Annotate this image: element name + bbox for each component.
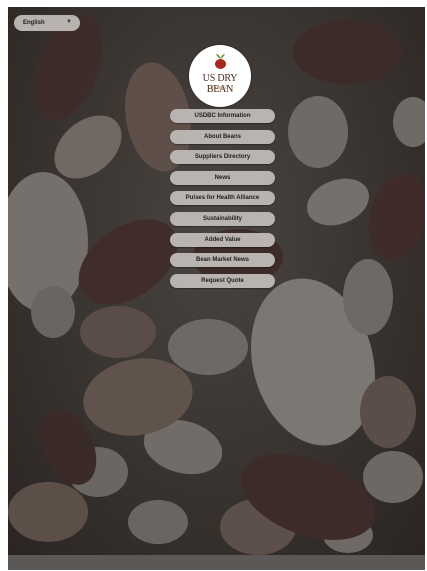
app-screen: English ▼ US DRY BEAN Council USDBC Info… (8, 7, 425, 570)
main-menu: USDBC Information About Beans Suppliers … (170, 109, 275, 294)
menu-item-pulses-for-health-alliance[interactable]: Pulses for Health Alliance (170, 191, 275, 206)
language-select[interactable]: English ▼ (14, 15, 80, 31)
bottom-bar (8, 555, 425, 570)
menu-item-bean-market-news[interactable]: Bean Market News (170, 253, 275, 268)
menu-item-usdbc-information[interactable]: USDBC Information (170, 109, 275, 123)
menu-item-sustainability[interactable]: Sustainability (170, 211, 275, 226)
logo-subtitle-text: Council (212, 86, 228, 91)
menu-item-about-beans[interactable]: About Beans (170, 129, 275, 144)
language-select-value: English (23, 20, 45, 26)
usdbc-logo: US DRY BEAN Council (189, 45, 251, 107)
logo-brand-text: US DRY BEAN (202, 73, 238, 95)
chevron-down-icon: ▼ (66, 19, 72, 25)
bean-leaf-icon (215, 54, 226, 69)
menu-item-suppliers-directory[interactable]: Suppliers Directory (170, 150, 275, 165)
menu-item-added-value[interactable]: Added Value (170, 232, 275, 247)
menu-item-request-quote[interactable]: Request Quote (170, 273, 275, 288)
menu-item-news[interactable]: News (170, 170, 275, 185)
